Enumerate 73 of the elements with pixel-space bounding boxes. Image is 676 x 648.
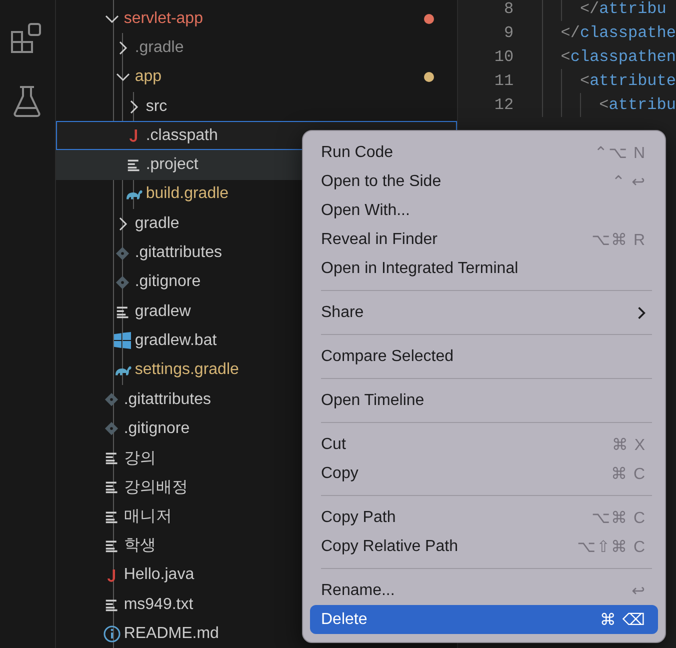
shortcut: ⌘ C xyxy=(611,464,646,484)
file-name: gradlew.bat xyxy=(134,332,217,350)
code-text: </attribu xyxy=(580,0,666,20)
windows-icon xyxy=(114,332,132,350)
menu-item[interactable]: Delete ⌘ ⌫ xyxy=(310,605,658,634)
file-name: gradlew xyxy=(134,302,191,321)
menu-item[interactable]: Copy Path ⌥⌘ C xyxy=(310,503,658,532)
code-text: <attribute xyxy=(580,71,676,92)
java-icon xyxy=(106,566,118,584)
line-number: 12 xyxy=(493,95,514,116)
java-icon xyxy=(128,127,140,144)
folder-item[interactable]: .gradle xyxy=(56,33,457,63)
lines-icon xyxy=(104,598,119,612)
menu-item[interactable]: Open Timeline xyxy=(310,386,658,415)
menu-item[interactable]: Compare Selected xyxy=(310,342,658,371)
shortcut: ⌘ X xyxy=(612,436,646,454)
lines-icon xyxy=(104,480,119,494)
file-name: README.md xyxy=(124,624,219,643)
file-name: build.gradle xyxy=(146,185,229,204)
folder-item[interactable]: src xyxy=(56,92,457,122)
file-name: .gitattributes xyxy=(134,244,222,262)
folder-item[interactable]: servlet-app xyxy=(56,4,457,34)
menu-item[interactable]: Open in Integrated Terminal xyxy=(310,254,658,283)
file-name: ms949.txt xyxy=(124,596,194,614)
line-number: 11 xyxy=(493,71,514,92)
menu-item[interactable]: Reveal in Finder ⌥⌘ R xyxy=(310,225,658,254)
menu-item[interactable]: Copy Relative Path ⌥⇧⌘ C xyxy=(310,532,658,561)
shortcut: ⌥⌘ R xyxy=(592,230,646,250)
file-name: .classpath xyxy=(146,126,218,145)
shortcut: ↩ xyxy=(632,582,646,600)
file-name: gradle xyxy=(134,214,180,233)
file-name: 강의배정 xyxy=(124,478,188,498)
chevron-right-icon xyxy=(637,306,646,320)
info-icon xyxy=(102,624,121,643)
lines-icon xyxy=(104,538,119,553)
file-name: Hello.java xyxy=(124,566,194,584)
line-number: 9 xyxy=(502,23,514,44)
lines-icon xyxy=(126,158,141,172)
file-name: servlet-app xyxy=(124,10,203,28)
file-name: .gitattributes xyxy=(124,390,211,408)
file-name: settings.gradle xyxy=(134,361,239,380)
menu-item[interactable]: Copy ⌘ C xyxy=(310,459,658,488)
file-name: 매니저 xyxy=(124,507,172,528)
line-number: 10 xyxy=(493,47,514,68)
menu-item[interactable]: Open With... xyxy=(310,196,658,225)
file-name: .gradle xyxy=(134,38,184,57)
file-name: .gitignore xyxy=(124,420,190,438)
diamond-icon xyxy=(104,392,120,407)
shortcut: ⌥⇧⌘ C xyxy=(577,538,646,556)
code-text: </classpathe xyxy=(560,23,676,44)
lines-icon xyxy=(104,510,119,524)
line-number: 8 xyxy=(502,0,514,20)
shortcut: ⌃ ↩ xyxy=(612,172,646,192)
code-text: <attribu xyxy=(599,95,676,116)
code-text: <classpathen xyxy=(560,47,676,68)
diamond-icon xyxy=(104,421,120,436)
diamond-icon xyxy=(115,246,130,261)
file-name: .project xyxy=(146,156,198,174)
menu-item[interactable]: Rename... ↩ xyxy=(310,576,658,605)
file-name: app xyxy=(134,68,162,86)
menu-item[interactable]: Share xyxy=(310,298,658,327)
lines-icon xyxy=(104,451,119,466)
menu-item[interactable]: Cut ⌘ X xyxy=(310,430,658,459)
lines-icon xyxy=(116,304,130,319)
file-name: 학생 xyxy=(124,536,156,556)
file-name: 강의 xyxy=(124,448,156,469)
file-name: src xyxy=(146,98,168,116)
shortcut: ⌥⌘ C xyxy=(592,508,646,528)
file-name: .gitignore xyxy=(134,273,201,292)
diamond-icon xyxy=(115,274,130,290)
folder-item[interactable]: app xyxy=(56,62,457,92)
shortcut: ⌘ ⌫ xyxy=(600,610,646,630)
shortcut: ⌃⌥ N xyxy=(594,144,646,162)
